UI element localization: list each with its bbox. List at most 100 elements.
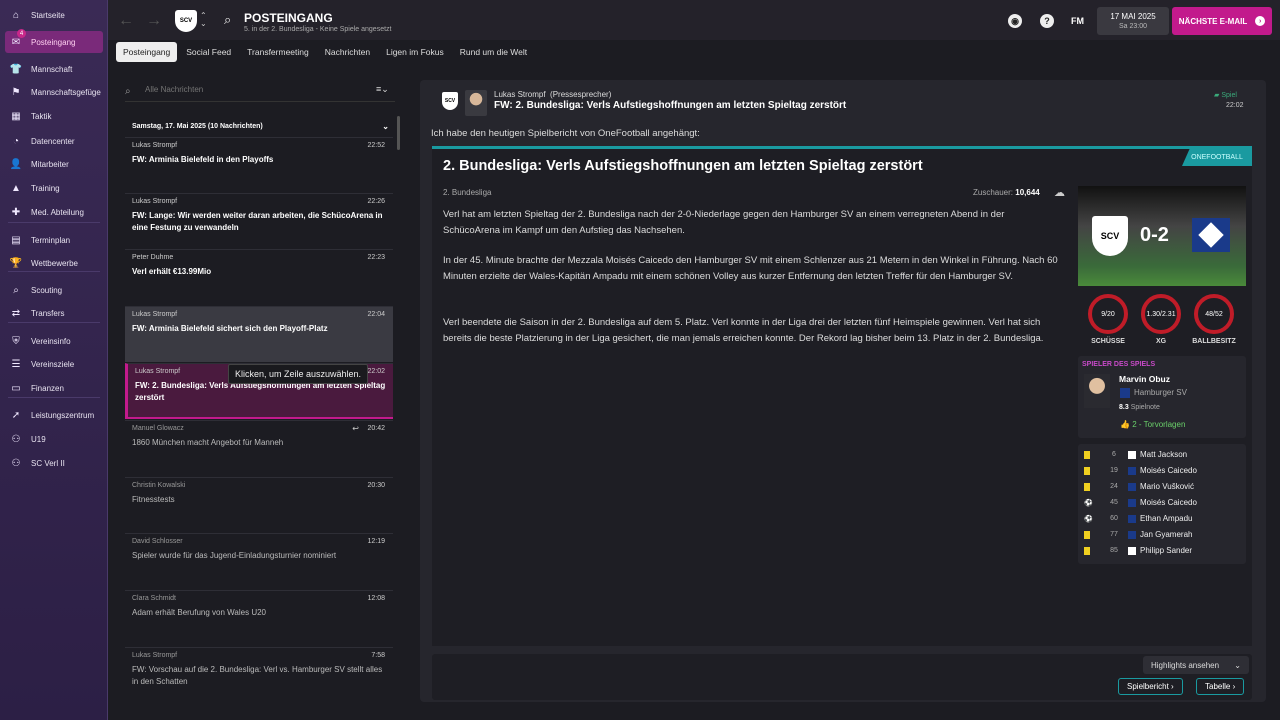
attendance-label: Zuschauer: bbox=[973, 188, 1014, 197]
stat-gauge: 1.30/2.31 bbox=[1141, 294, 1181, 334]
filter-menu-button[interactable]: ≡⌄ bbox=[376, 84, 398, 100]
sidebar-divider bbox=[8, 397, 100, 398]
message-sender: Lukas Strompf bbox=[132, 652, 178, 659]
sidebar-item-training[interactable]: ▲ Training bbox=[5, 177, 103, 199]
score: 0-2 bbox=[1140, 224, 1169, 246]
sidebar-item-transfers[interactable]: ⇄ Transfers bbox=[5, 302, 103, 324]
event-minute: 60 bbox=[1110, 515, 1118, 522]
search-icon: ⌕ bbox=[125, 86, 131, 97]
message-sender: Peter Duhme bbox=[132, 254, 174, 261]
date-display[interactable]: 17 MAI 2025 Sa 23:00 bbox=[1097, 7, 1169, 35]
event-player[interactable]: Jan Gyamerah bbox=[1140, 530, 1192, 539]
world-icon[interactable]: ◉ bbox=[1008, 14, 1022, 28]
stat-label: SCHÜSSE bbox=[1091, 338, 1125, 345]
message-row[interactable]: Christin Kowalski 20:30 Fitnesstests bbox=[125, 477, 393, 532]
group-header[interactable]: Samstag, 17. Mai 2025 (10 Nachrichten) ⌄ bbox=[125, 116, 395, 136]
message-subject: Adam erhält Berufung von Wales U20 bbox=[132, 608, 266, 617]
message-row[interactable]: Peter Duhme 22:23 Verl erhält €13.99Mio bbox=[125, 249, 393, 305]
event-player[interactable]: Ethan Ampadu bbox=[1140, 514, 1192, 523]
message-time: 20:30 bbox=[367, 482, 385, 489]
player-of-match-card[interactable]: SPIELER DES SPIELS Marvin Obuz Hamburger… bbox=[1078, 356, 1246, 438]
message-sender: Clara Schmidt bbox=[132, 595, 176, 602]
tab-posteingang[interactable]: Posteingang bbox=[116, 42, 178, 62]
message-row[interactable]: Lukas Strompf 22:52 FW: Arminia Bielefeld … bbox=[125, 137, 393, 192]
chevron-updown-icon[interactable]: ⌃ ⌄ bbox=[200, 12, 207, 28]
message-row[interactable]: Lukas Strompf 22:04 FW: Arminia Bielefeld … bbox=[125, 306, 393, 362]
article-league: 2. Bundesliga bbox=[443, 188, 492, 197]
stat-gauge: 9/20 bbox=[1088, 294, 1128, 334]
sidebar-item-mannschaft[interactable]: 👕 Mannschaft bbox=[5, 58, 103, 80]
tab-nachrichten[interactable]: Nachrichten bbox=[318, 42, 377, 62]
table-button[interactable]: Tabelle › bbox=[1196, 678, 1245, 695]
sidebar-item-label: Med. Abteilung bbox=[31, 207, 84, 217]
tooltip: Klicken, um Zeile auszuwählen. bbox=[228, 364, 369, 384]
sidebar-item-vereinsziele[interactable]: ☰ Vereinsziele bbox=[5, 353, 103, 375]
sidebar-item-med-abteilung[interactable]: ✚ Med. Abteilung bbox=[5, 201, 103, 223]
message-sender: Lukas Strompf bbox=[132, 142, 178, 149]
forward-arrow-icon[interactable]: → bbox=[146, 12, 162, 30]
sidebar-item-u19[interactable]: ⚇ U19 bbox=[5, 428, 103, 450]
message-row[interactable]: Manuel Glowacz 20:42 1860 München macht An… bbox=[125, 420, 393, 476]
sidebar-item-scouting[interactable]: ⌕ Scouting bbox=[5, 279, 103, 301]
sidebar-item-leistungszentrum[interactable]: ➚ Leistungszentrum bbox=[5, 404, 103, 426]
back-arrow-icon[interactable]: ← bbox=[118, 12, 134, 30]
fm-menu[interactable]: FM bbox=[1071, 16, 1084, 26]
next-email-label: NÄCHSTE E-MAIL bbox=[1178, 16, 1248, 26]
sidebar-item-label: Scouting bbox=[31, 285, 63, 295]
match-event: ⚽ 60 Ethan Ampadu bbox=[1084, 514, 1192, 523]
sidebar-item-taktik[interactable]: ▦ Taktik bbox=[5, 105, 103, 127]
potm-avatar bbox=[1084, 374, 1110, 408]
event-minute: 19 bbox=[1110, 467, 1118, 474]
search-input[interactable] bbox=[145, 85, 345, 94]
sidebar-divider bbox=[8, 222, 100, 223]
potm-assists: 👍 2 - Torvorlagen bbox=[1120, 420, 1185, 429]
message-time: 22:02 bbox=[367, 368, 385, 375]
search-icon[interactable]: ⌕ bbox=[224, 12, 231, 28]
sidebar-item-posteingang[interactable]: ✉ 4 Posteingang bbox=[5, 29, 103, 53]
sidebar-item-sc-verl-ii[interactable]: ⚇ SC Verl II bbox=[5, 452, 103, 474]
goal-icon: ⚽ bbox=[1084, 515, 1093, 523]
tab-social-feed[interactable]: Social Feed bbox=[179, 42, 238, 62]
event-player[interactable]: Philipp Sander bbox=[1140, 546, 1192, 555]
tab-ligen-im-fokus[interactable]: Ligen im Fokus bbox=[379, 42, 451, 62]
page-title: POSTEINGANG bbox=[244, 11, 333, 25]
highlights-label: Highlights ansehen bbox=[1151, 660, 1220, 670]
next-email-button[interactable]: NÄCHSTE E-MAIL › bbox=[1172, 7, 1272, 35]
sidebar-item-terminplan[interactable]: ▤ Terminplan bbox=[5, 229, 103, 251]
tab-rund-um-die-welt[interactable]: Rund um die Welt bbox=[453, 42, 534, 62]
article-paragraph-2: In der 45. Minute brachte der Mezzala Mo… bbox=[443, 255, 1058, 282]
message-row[interactable]: Lukas Strompf 22:26 FW: Lange: Wir werden … bbox=[125, 193, 393, 248]
message-row[interactable]: Lukas Strompf 7:58 FW: Vorschau auf die 2.… bbox=[125, 647, 393, 702]
message-subject: FW: Lange: Wir werden weiter daran arbei… bbox=[132, 211, 383, 232]
sidebar-item-vereinsinfo[interactable]: ⛨ Vereinsinfo bbox=[5, 330, 103, 352]
sidebar-item-datencenter[interactable]: ◔ Datencenter bbox=[5, 130, 103, 152]
message-tag: ▰ Spiel bbox=[1214, 91, 1237, 99]
search-bar[interactable]: ⌕ bbox=[125, 82, 395, 102]
highlights-button[interactable]: Highlights ansehen ⌄ bbox=[1143, 656, 1249, 674]
sidebar-item-label: Mannschaft bbox=[31, 64, 73, 74]
sidebar-item-label: Finanzen bbox=[31, 383, 64, 393]
sidebar-item-mannschaftsgefüge[interactable]: ⚑ Mannschaftsgefüge bbox=[5, 81, 103, 103]
tab-transfermeeting[interactable]: Transfermeeting bbox=[240, 42, 316, 62]
scouting-icon: ⌕ bbox=[13, 284, 19, 296]
message-sender: David Schlosser bbox=[132, 538, 183, 545]
event-player[interactable]: Moisés Caicedo bbox=[1140, 498, 1197, 507]
scrollbar[interactable] bbox=[397, 116, 400, 150]
match-report-button[interactable]: Spielbericht › bbox=[1118, 678, 1183, 695]
club-crest[interactable]: SCV bbox=[175, 10, 197, 32]
staff-icon: 👤 bbox=[9, 158, 23, 170]
message-row[interactable]: David Schlosser 12:19 Spieler wurde für da… bbox=[125, 533, 393, 589]
sidebar-item-finanzen[interactable]: ▭ Finanzen bbox=[5, 377, 103, 399]
message-subject: FW: Arminia Bielefeld in den Playoffs bbox=[132, 155, 274, 164]
sidebar-item-label: Training bbox=[31, 183, 60, 193]
sidebar-item-label: Mitarbeiter bbox=[31, 159, 69, 169]
message-row[interactable]: Clara Schmidt 12:08 Adam erhält Berufung v… bbox=[125, 590, 393, 646]
sidebar-item-startseite[interactable]: ⌂ Startseite bbox=[5, 4, 103, 26]
event-minute: 85 bbox=[1110, 547, 1118, 554]
event-player[interactable]: Mario Vušković bbox=[1140, 482, 1194, 491]
help-icon[interactable]: ? bbox=[1040, 14, 1054, 28]
chevron-right-icon: › bbox=[1171, 682, 1174, 691]
sidebar-item-mitarbeiter[interactable]: 👤 Mitarbeiter bbox=[5, 153, 103, 175]
event-player[interactable]: Moisés Caicedo bbox=[1140, 466, 1197, 475]
event-player[interactable]: Matt Jackson bbox=[1140, 450, 1187, 459]
